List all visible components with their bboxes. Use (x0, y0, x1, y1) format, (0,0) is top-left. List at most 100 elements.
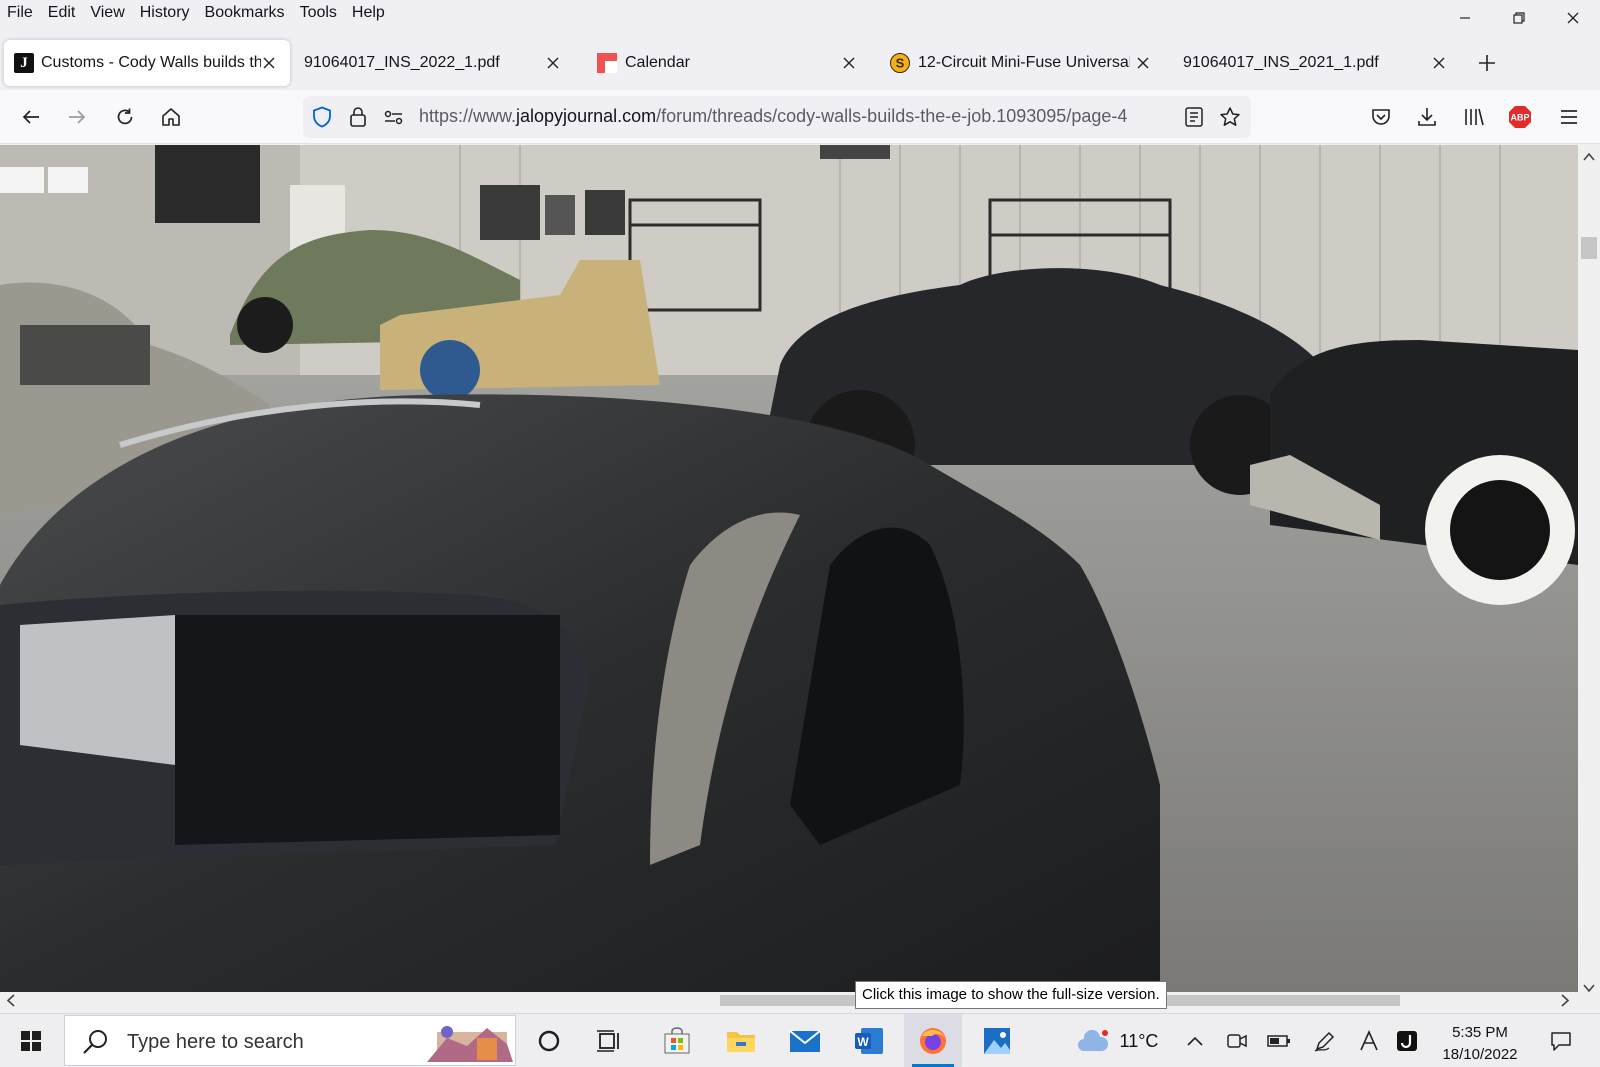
menu-help[interactable]: Help (345, 0, 393, 28)
library-icon (1465, 108, 1484, 126)
menu-history[interactable]: History (133, 0, 198, 28)
store-bag-icon (664, 1026, 690, 1053)
taskbar-search[interactable]: Type here to search (64, 1015, 516, 1066)
word-icon: W (855, 1027, 883, 1054)
svg-text:S: S (896, 56, 905, 71)
tab-label: 12-Circuit Mini-Fuse Universal H (918, 54, 1130, 71)
url-path: /forum/threads/cody-walls-builds-the-e-j… (656, 106, 1128, 126)
show-hidden-icons-button[interactable] (1180, 1028, 1210, 1054)
firefox-button[interactable] (904, 1014, 962, 1067)
forward-button[interactable] (60, 100, 94, 134)
menu-bookmarks[interactable]: Bookmarks (198, 0, 293, 28)
weather-temp: 11°C (1119, 1030, 1159, 1051)
url-text[interactable]: https://www.jalopyjournal.com/forum/thre… (419, 106, 1127, 127)
search-placeholder: Type here to search (127, 1031, 304, 1053)
windows-taskbar: Type here to search W 11°C 5:35 PM 18/10… (0, 1013, 1600, 1067)
cloudy-weather-icon (1077, 1029, 1108, 1051)
hamburger-menu-icon (1561, 110, 1577, 124)
chevron-up-icon (1187, 1036, 1203, 1046)
reload-icon (117, 108, 133, 125)
home-button[interactable] (154, 100, 188, 134)
word-button[interactable]: W (840, 1014, 898, 1067)
window-controls (1438, 0, 1600, 36)
menu-tools[interactable]: Tools (293, 0, 345, 28)
cortana-circle-icon (538, 1030, 560, 1051)
download-icon (1418, 108, 1436, 126)
downloads-button[interactable] (1410, 100, 1444, 134)
tab-label: Customs - Cody Walls builds th (41, 54, 261, 71)
tab-label: 91064017_INS_2021_1.pdf (1183, 54, 1379, 71)
horizontal-scrollbar[interactable] (0, 992, 1578, 1009)
tab-close-button[interactable] (542, 52, 564, 74)
firefox-icon (920, 1027, 946, 1054)
pen-workspace-button[interactable] (1310, 1028, 1340, 1054)
mail-button[interactable] (776, 1014, 834, 1067)
restore-icon (1513, 12, 1525, 24)
lock-icon[interactable] (347, 106, 369, 128)
file-explorer-button[interactable] (712, 1014, 770, 1067)
battery-icon (1267, 1035, 1290, 1047)
close-icon (843, 57, 855, 69)
reader-view-icon[interactable] (1183, 106, 1205, 128)
restore-button[interactable] (1492, 0, 1546, 36)
vertical-scrollbar-track (1581, 152, 1597, 993)
cortana-button[interactable] (520, 1014, 578, 1067)
close-icon (263, 57, 275, 69)
minimize-button[interactable] (1438, 0, 1492, 36)
input-indicator[interactable] (1356, 1028, 1382, 1054)
close-icon (1433, 57, 1445, 69)
close-window-button[interactable] (1546, 0, 1600, 36)
new-tab-button[interactable] (1470, 40, 1504, 86)
app-menu-button[interactable] (1552, 100, 1586, 134)
tab-close-button[interactable] (1132, 52, 1154, 74)
notifications-button[interactable] (1546, 1028, 1576, 1054)
adblock-plus-button[interactable]: ABP (1503, 100, 1537, 134)
tab-close-button[interactable] (838, 52, 860, 74)
calendar-icon (597, 53, 617, 73)
back-button[interactable] (14, 100, 48, 134)
battery-button[interactable] (1264, 1028, 1294, 1054)
photos-icon (984, 1027, 1010, 1054)
microsoft-store-button[interactable] (648, 1014, 706, 1067)
tab-close-button[interactable] (258, 52, 280, 74)
menu-view[interactable]: View (83, 0, 132, 28)
address-bar[interactable]: https://www.jalopyjournal.com/forum/thre… (303, 96, 1251, 138)
permissions-icon[interactable] (383, 106, 405, 128)
mail-envelope-icon (789, 1029, 821, 1052)
menu-edit[interactable]: Edit (41, 0, 84, 28)
library-button[interactable] (1457, 100, 1491, 134)
system-clock[interactable]: 5:35 PM 18/10/2022 (1420, 1022, 1540, 1066)
menu-bar: File Edit View History Bookmarks Tools H… (0, 0, 1600, 28)
tab-pdf-2022[interactable]: 91064017_INS_2022_1.pdf (292, 40, 580, 86)
task-view-icon (597, 1029, 619, 1052)
pocket-button[interactable] (1364, 100, 1398, 134)
app-tray-icon[interactable] (1394, 1028, 1420, 1054)
task-view-button[interactable] (580, 1014, 638, 1067)
tab-pdf-2021[interactable]: 91064017_INS_2021_1.pdf (1165, 40, 1450, 86)
url-domain: jalopyjournal.com (516, 106, 657, 126)
pen-icon (1314, 1031, 1335, 1052)
close-icon (547, 57, 559, 69)
tab-calendar[interactable]: Calendar (585, 40, 875, 86)
tracking-shield-icon[interactable] (311, 106, 333, 128)
tab-label: 91064017_INS_2022_1.pdf (304, 54, 500, 71)
weather-widget[interactable]: 11°C (1062, 1028, 1172, 1054)
photos-button[interactable] (968, 1014, 1026, 1067)
tab-fuse[interactable]: S 12-Circuit Mini-Fuse Universal H (880, 40, 1160, 86)
menu-file[interactable]: File (0, 0, 41, 28)
tab-close-button[interactable] (1428, 52, 1450, 74)
start-button[interactable] (2, 1014, 60, 1067)
meet-now-button[interactable] (1222, 1028, 1252, 1054)
svg-text:ABP: ABP (1510, 113, 1529, 123)
svg-text:W: W (857, 1035, 869, 1049)
url-prefix: https://www. (419, 106, 517, 126)
reload-button[interactable] (108, 100, 142, 134)
tab-customs[interactable]: J Customs - Cody Walls builds th (4, 40, 290, 86)
page-content (0, 145, 1578, 992)
pocket-icon (1372, 109, 1390, 125)
clock-time: 5:35 PM (1452, 1024, 1508, 1041)
plus-icon (1479, 55, 1495, 71)
bookmark-star-icon[interactable] (1219, 106, 1241, 128)
vertical-scrollbar[interactable] (1578, 145, 1600, 1009)
garage-cars-photo[interactable] (0, 145, 1578, 992)
